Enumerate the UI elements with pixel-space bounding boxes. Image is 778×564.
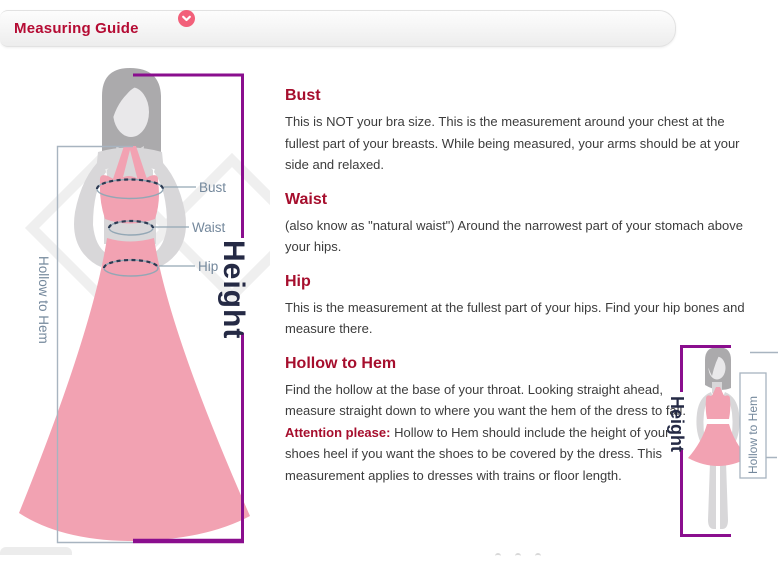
hip-label: Hip: [198, 259, 218, 274]
bust-description: This is NOT your bra size. This is the m…: [285, 111, 750, 176]
hip-heading: Hip: [285, 272, 750, 291]
waist-description: (also know as "natural waist") Around th…: [285, 215, 750, 258]
small-height-label: Height: [667, 396, 687, 452]
small-hollow-to-hem-label: Hollow to Hem: [746, 396, 760, 474]
cutoff-text-bottom-center: [495, 546, 565, 553]
small-hollow-to-hem-box: Hollow to Hem: [740, 373, 766, 478]
waist-heading: Waist: [285, 190, 750, 209]
attention-label: Attention please:: [285, 425, 390, 440]
bust-label: Bust: [199, 180, 226, 195]
measuring-diagram-small: Hollow to Hem Height: [656, 335, 778, 553]
small-legs: [708, 462, 728, 529]
page-title: Measuring Guide: [14, 20, 139, 37]
measuring-diagram-main: Bust Waist Hip Hollow to Hem Height: [0, 55, 270, 553]
hollow-to-hem-intro: Find the hollow at the base of your thro…: [285, 382, 686, 419]
measuring-guide-header: Measuring Guide: [0, 10, 676, 47]
small-dress-skirt: [688, 424, 748, 466]
small-dress-bodice: [706, 393, 731, 419]
waist-label: Waist: [192, 220, 225, 235]
height-label: Height: [217, 240, 250, 339]
collapse-toggle-button[interactable]: [178, 10, 195, 27]
hip-description: This is the measurement at the fullest p…: [285, 297, 750, 340]
bust-heading: Bust: [285, 86, 750, 105]
chevron-down-icon: [181, 13, 192, 24]
cutoff-element-bottom-left: [0, 547, 72, 555]
small-model-figure: [688, 347, 748, 529]
hollow-to-hem-label: Hollow to Hem: [36, 256, 51, 344]
